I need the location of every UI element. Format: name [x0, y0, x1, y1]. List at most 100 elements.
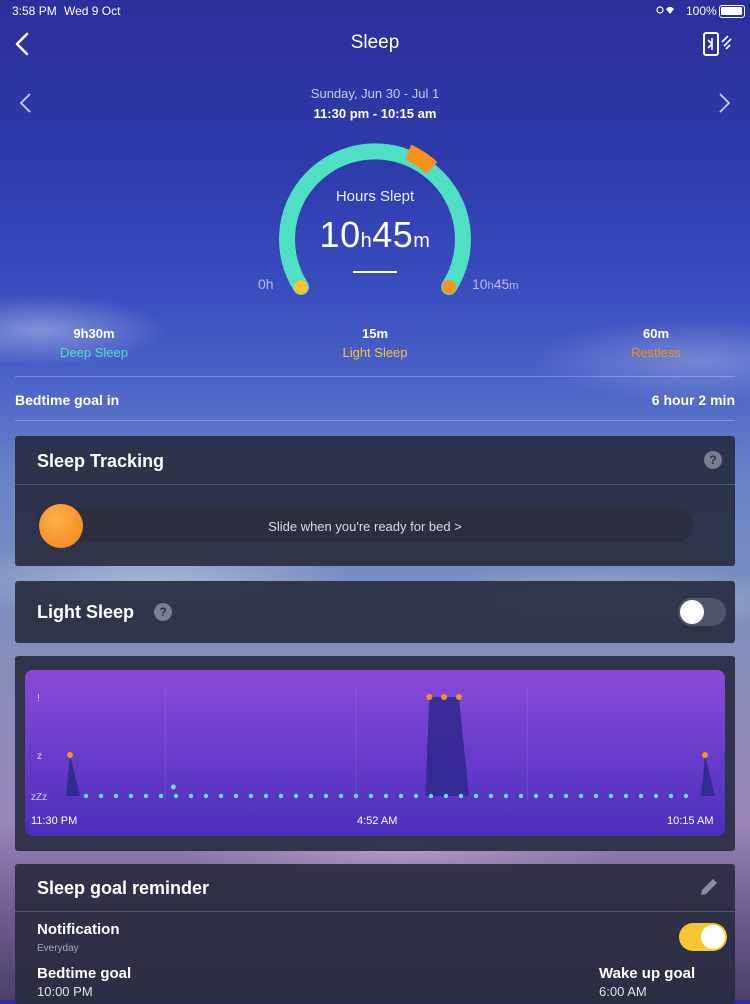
- help-icon[interactable]: ?: [704, 451, 722, 469]
- baseline-dot: [338, 793, 344, 799]
- baseline-dot: [248, 793, 254, 799]
- data-point: [455, 694, 462, 700]
- help-icon[interactable]: ?: [154, 603, 172, 621]
- divider: [15, 420, 735, 421]
- baseline-dot: [653, 793, 659, 799]
- wake-goal-title: Wake up goal: [599, 965, 696, 982]
- data-point: [702, 752, 708, 758]
- bedtime-goal-label: Bedtime goal in: [15, 392, 120, 408]
- light-sleep-toggle[interactable]: [678, 598, 726, 626]
- sleep-slider-text: Slide when you're ready for bed >: [268, 519, 462, 534]
- baseline-dot: [533, 793, 539, 799]
- baseline-dot: [308, 793, 314, 799]
- baseline-dot: [518, 793, 524, 799]
- baseline-dot: [398, 793, 404, 799]
- baseline-dot: [683, 793, 689, 799]
- baseline-dot: [353, 793, 359, 799]
- sleep-tracking-title: Sleep Tracking: [37, 451, 165, 471]
- baseline-dot: [278, 793, 284, 799]
- data-point: [426, 694, 433, 700]
- baseline-dot: [218, 793, 224, 799]
- y-axis-label: !: [37, 693, 40, 704]
- light-sleep-label: Light Sleep: [342, 345, 408, 360]
- page-title: Sleep: [350, 32, 400, 53]
- baseline-dot: [413, 793, 419, 799]
- notification-label: Notification: [37, 921, 120, 938]
- sleep-tracking-card: Sleep Tracking ?: [15, 436, 735, 566]
- gauge-end-dot: [442, 280, 456, 294]
- baseline-dot: [578, 793, 584, 799]
- sleep-goal-reminder-card: Sleep goal reminder: [15, 864, 735, 1004]
- baseline-dot: [473, 793, 479, 799]
- battery-icon: [719, 5, 745, 18]
- card-divider: [15, 911, 735, 912]
- data-point: [67, 752, 73, 758]
- data-point: [170, 784, 176, 790]
- sleep-chart: zZz z!: [25, 670, 725, 836]
- gauge-start-dot: [294, 280, 308, 294]
- sleep-area: [66, 755, 80, 796]
- sleep-slider-knob[interactable]: [39, 504, 83, 548]
- baseline-dot: [263, 793, 269, 799]
- baseline-dot: [488, 793, 494, 799]
- baseline-dot: [113, 793, 119, 799]
- light-sleep-title: Light Sleep: [37, 602, 135, 622]
- baseline-dot: [203, 793, 209, 799]
- gauge-max-label: 10h45m: [472, 276, 519, 292]
- hours-underline: [353, 271, 397, 273]
- wake-goal-value[interactable]: 6:00 AM: [599, 984, 647, 999]
- status-time: 3:58 PM: [12, 4, 57, 18]
- date-range: Sunday, Jun 30 - Jul 1: [310, 86, 440, 101]
- sleep-chart-svg: zZz z!: [31, 688, 715, 803]
- card-divider: [15, 484, 735, 485]
- sleep-area: [425, 697, 469, 796]
- data-point: [441, 694, 448, 700]
- baseline-dot: [623, 793, 629, 799]
- sleep-area: [701, 755, 715, 796]
- restless-value: 60m: [642, 326, 670, 341]
- toggle-knob: [680, 600, 704, 624]
- restless-label: Restless: [631, 345, 681, 360]
- baseline-dot: [98, 793, 104, 799]
- time-range: 11:30 pm - 10:15 am: [313, 106, 437, 121]
- baseline-dot: [128, 793, 134, 799]
- baseline-dot: [668, 793, 674, 799]
- x-tick-end: 10:15 AM: [667, 815, 714, 827]
- toggle-knob: [701, 925, 725, 949]
- battery-text: 100%: [686, 4, 717, 18]
- baseline-dot: [188, 793, 194, 799]
- baseline-dot: [503, 793, 509, 799]
- hours-slept-value: 10h45m: [319, 214, 431, 255]
- baseline-dot: [368, 793, 374, 799]
- deep-sleep-label: Deep Sleep: [60, 345, 128, 360]
- baseline-dot: [173, 793, 179, 799]
- baseline-dot: [323, 793, 329, 799]
- deep-sleep-value: 9h30m: [73, 326, 115, 341]
- status-date: Wed 9 Oct: [64, 4, 121, 18]
- bedtime-goal-title: Bedtime goal: [37, 965, 132, 982]
- y-axis-label: zZz: [31, 792, 47, 803]
- hours-slept-label: Hours Slept: [335, 188, 415, 205]
- baseline-dot: [443, 793, 449, 799]
- baseline-dot: [143, 793, 149, 799]
- baseline-dot: [458, 793, 464, 799]
- y-axis-label: z: [37, 751, 42, 762]
- baseline-dot: [293, 793, 299, 799]
- baseline-dot: [83, 793, 89, 799]
- notification-toggle[interactable]: [679, 923, 727, 951]
- gauge-min-label: 0h: [258, 276, 274, 292]
- baseline-dot: [158, 793, 164, 799]
- baseline-dot: [593, 793, 599, 799]
- baseline-dot: [638, 793, 644, 799]
- light-sleep-card: Light Sleep ?: [15, 581, 735, 643]
- phone-connect-icon[interactable]: [700, 30, 734, 58]
- pencil-icon[interactable]: [698, 876, 720, 898]
- baseline-dot: [548, 793, 554, 799]
- notification-sub: Everyday: [37, 943, 79, 954]
- bedtime-goal-value[interactable]: 10:00 PM: [37, 984, 93, 999]
- baseline-dot: [383, 793, 389, 799]
- reminder-title: Sleep goal reminder: [37, 878, 210, 898]
- baseline-dot: [428, 793, 434, 799]
- x-tick-mid: 4:52 AM: [357, 815, 398, 827]
- light-sleep-value: 15m: [361, 326, 389, 341]
